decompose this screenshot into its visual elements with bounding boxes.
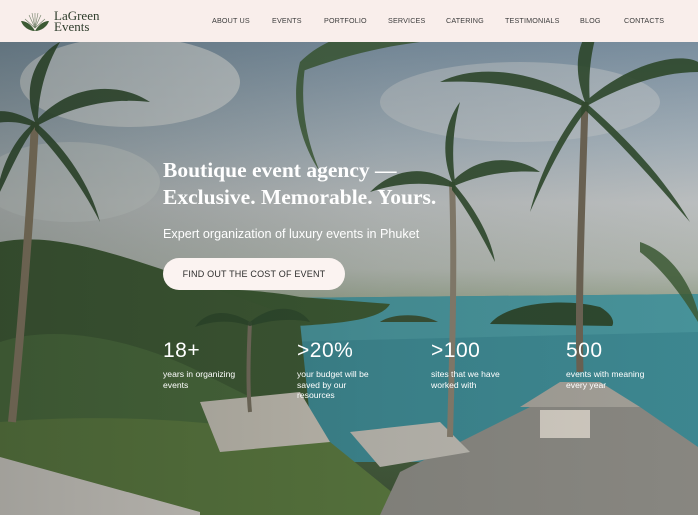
hero-section: Boutique event agency — Exclusive. Memor… <box>0 42 698 515</box>
site-header: LaGreen Events ABOUT US EVENTS PORTFOLIO… <box>0 0 698 42</box>
stat-events: 500 events with meaning every year <box>566 339 676 390</box>
nav-about-us[interactable]: ABOUT US <box>212 16 250 25</box>
nav-contacts[interactable]: CONTACTS <box>624 16 664 25</box>
cost-of-event-button[interactable]: FIND OUT THE COST OF EVENT <box>163 258 345 290</box>
stat-description: events with meaning every year <box>566 369 645 390</box>
hero-overlay <box>0 42 698 515</box>
hero-title-line2: Exclusive. Memorable. Yours. <box>163 185 437 209</box>
hero-title: Boutique event agency — Exclusive. Memor… <box>163 157 493 211</box>
hero-title-line1: Boutique event agency — <box>163 158 397 182</box>
stat-value: >20% <box>297 339 354 362</box>
stat-years: 18+ years in organizing events <box>163 339 273 390</box>
main-nav: ABOUT US EVENTS PORTFOLIO SERVICES CATER… <box>0 16 698 28</box>
stat-value: 18+ <box>163 339 201 362</box>
stat-description: sites that we have worked with <box>431 369 500 390</box>
nav-services[interactable]: SERVICES <box>388 16 425 25</box>
stat-value: >100 <box>431 339 481 362</box>
nav-blog[interactable]: BLOG <box>580 16 601 25</box>
stat-budget: >20% your budget will be saved by our re… <box>297 339 407 401</box>
nav-catering[interactable]: CATERING <box>446 16 484 25</box>
nav-events[interactable]: EVENTS <box>272 16 302 25</box>
nav-portfolio[interactable]: PORTFOLIO <box>324 16 367 25</box>
stat-value: 500 <box>566 339 603 362</box>
stat-description: your budget will be saved by our resourc… <box>297 369 369 400</box>
hero-subtitle: Expert organization of luxury events in … <box>163 227 420 241</box>
stat-description: years in organizing events <box>163 369 236 390</box>
nav-testimonials[interactable]: TESTIMONIALS <box>505 16 560 25</box>
stat-sites: >100 sites that we have worked with <box>431 339 541 390</box>
